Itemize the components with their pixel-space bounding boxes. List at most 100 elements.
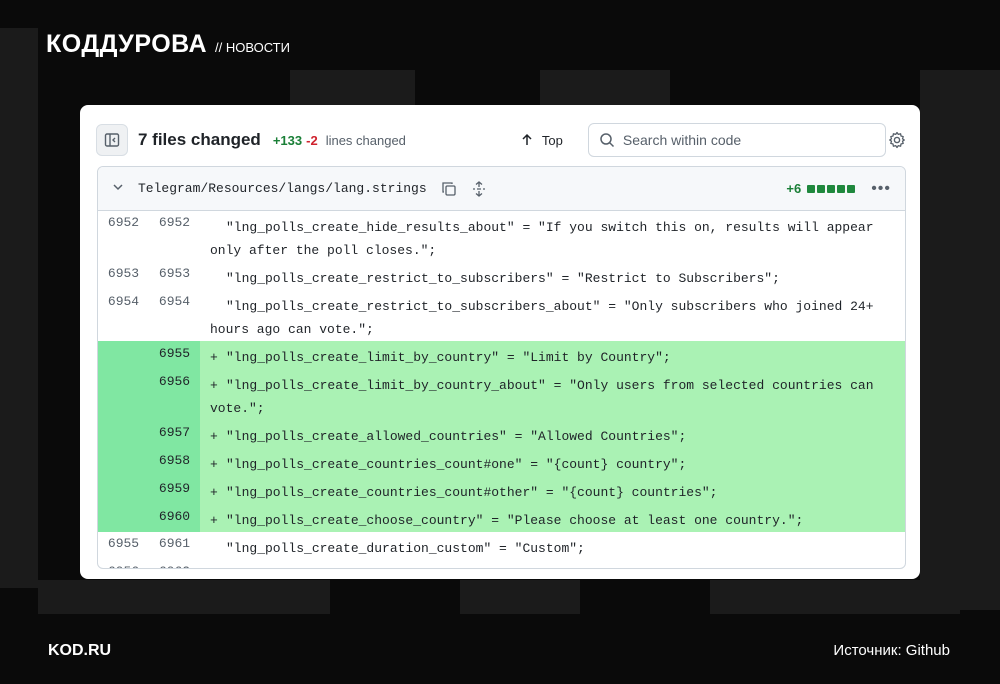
additions-count: +133 (272, 132, 303, 148)
diff-line-added[interactable]: 6957 + "lng_polls_create_allowed_countries… (98, 420, 905, 448)
background-block (38, 580, 330, 614)
code-text: "lng_polls_create_restrict_to_subscriber… (210, 299, 882, 337)
diff-toolbar: 7 files changed +133 -2 lines changed To… (96, 123, 906, 157)
section-label: // НОВОСТИ (215, 40, 290, 55)
diffstat-block (837, 184, 846, 193)
sidebar-toggle-button[interactable] (96, 124, 128, 156)
old-line-number[interactable]: 6952 (98, 211, 149, 262)
new-line-number[interactable]: 6962 (149, 560, 200, 568)
old-line-number[interactable] (98, 369, 149, 420)
new-line-number[interactable]: 6956 (149, 369, 200, 420)
background-block (0, 28, 38, 588)
top-button[interactable]: Top (520, 133, 563, 148)
search-icon (600, 133, 614, 148)
diff-line-added[interactable]: 6956 + "lng_polls_create_limit_by_country_… (98, 369, 905, 420)
chevron-down-icon[interactable] (112, 181, 132, 196)
new-line-number[interactable]: 6953 (149, 262, 200, 290)
code-line: + "lng_polls_create_limit_by_country_abou… (200, 369, 905, 420)
new-line-number[interactable]: 6957 (149, 420, 200, 448)
diffstat-block (827, 184, 836, 193)
new-line-number[interactable]: 6952 (149, 211, 200, 262)
new-line-number[interactable]: 6961 (149, 532, 200, 560)
code-text: "lng_polls_create_restrict_to_subscriber… (226, 271, 780, 286)
diffstat-block (807, 184, 816, 193)
unfold-icon[interactable] (471, 180, 487, 197)
background-block (920, 70, 1000, 610)
code-text: "lng_polls_create_countries_count#other"… (226, 485, 718, 500)
diff-line-added[interactable]: 6958 + "lng_polls_create_countries_count#o… (98, 448, 905, 476)
background-block (460, 580, 580, 614)
diff-panel: 7 files changed +133 -2 lines changed To… (80, 105, 920, 579)
code-text: "lng_polls_create_duration_custom" = "Cu… (226, 541, 585, 556)
diff-line-context[interactable]: 6954 6954 "lng_polls_create_restrict_to_su… (98, 290, 905, 341)
code-text: "lng_polls_create_limit_by_country" = "L… (226, 350, 671, 365)
background-block (540, 70, 670, 110)
diffstat-count: +6 (786, 181, 802, 196)
old-line-number[interactable]: 6955 (98, 532, 149, 560)
diff-line-added[interactable]: 6955 + "lng_polls_create_limit_by_country"… (98, 341, 905, 369)
old-line-number[interactable]: 6956 (98, 560, 149, 568)
top-button-label: Top (541, 132, 563, 148)
new-line-number[interactable]: 6958 (149, 448, 200, 476)
old-line-number[interactable]: 6953 (98, 262, 149, 290)
diff-sign: + (210, 485, 218, 500)
files-changed-count: 7 files changed (138, 130, 261, 149)
background-block (710, 580, 960, 614)
code-line: "lng_polls_create_restrict_to_subscriber… (200, 290, 905, 341)
deletions-count: -2 (306, 132, 318, 148)
code-text: "lng_polls_create_limit_by_country_about… (210, 378, 882, 416)
old-line-number[interactable] (98, 420, 149, 448)
code-text: "lng_polls_create_allowed_countries" = "… (226, 429, 687, 444)
gear-icon (889, 131, 905, 149)
footer-site: KOD.RU (48, 642, 112, 659)
old-line-number[interactable]: 6954 (98, 290, 149, 341)
old-line-number[interactable] (98, 504, 149, 532)
diff-line-added[interactable]: 6960 + "lng_polls_create_choose_country" =… (98, 504, 905, 532)
lines-changed-label: lines changed (325, 132, 406, 148)
file-diff: Telegram/Resources/langs/lang.strings +6 (97, 166, 906, 569)
code-text: "lng_polls_create_countries_count#one" =… (226, 457, 687, 472)
search-input[interactable] (622, 132, 873, 148)
code-line: + "lng_polls_create_limit_by_country" = "… (200, 341, 905, 369)
diff-line-context[interactable]: 6955 6961 "lng_polls_create_duration_custo… (98, 532, 905, 560)
diff-sign: + (210, 513, 218, 528)
code-line: "lng_polls_create_restrict_to_subscriber… (200, 262, 905, 290)
file-path[interactable]: Telegram/Resources/langs/lang.strings (138, 181, 427, 196)
diff-rows: 6952 6952 "lng_polls_create_hide_results_a… (98, 211, 905, 568)
old-line-number[interactable] (98, 476, 149, 504)
code-line: "lng_polls_create_hide_results_about" = … (200, 211, 905, 262)
code-line: + "lng_polls_create_choose_country" = "Pl… (200, 504, 905, 532)
diff-line-context[interactable]: 6953 6953 "lng_polls_create_restrict_to_su… (98, 262, 905, 290)
old-line-number[interactable] (98, 448, 149, 476)
code-text: "lng_polls_create_choose_country" = "Ple… (226, 513, 804, 528)
settings-button[interactable] (888, 131, 906, 149)
diffstat-block (847, 184, 856, 193)
new-line-number[interactable]: 6960 (149, 504, 200, 532)
brand-bar: КОДДУРОВА // НОВОСТИ (46, 30, 290, 59)
code-line: + "lng_polls_create_allowed_countries" = … (200, 420, 905, 448)
code-line: "lng_polls_create_duration_custom" = "Cu… (200, 532, 905, 560)
diff-line-added[interactable]: 6959 + "lng_polls_create_countries_count#o… (98, 476, 905, 504)
old-line-number[interactable] (98, 341, 149, 369)
search-box[interactable] (587, 123, 886, 157)
copy-icon[interactable] (441, 181, 457, 197)
diffstat: +6 (786, 181, 856, 196)
footer-source: Источник: Github (833, 642, 950, 659)
code-line: + "lng_polls_create_countries_count#one" … (200, 448, 905, 476)
diff-sign: + (210, 378, 218, 393)
diff-line-context[interactable]: 69566962"lng_polls_create_deadline_title… (98, 560, 905, 568)
new-line-number[interactable]: 6959 (149, 476, 200, 504)
file-header: Telegram/Resources/langs/lang.strings +6 (98, 167, 905, 211)
kebab-horizontal-icon[interactable]: ••• (871, 180, 891, 198)
code-text: "lng_polls_create_hide_results_about" = … (210, 220, 882, 258)
code-line: + "lng_polls_create_countries_count#other… (200, 476, 905, 504)
new-line-number[interactable]: 6954 (149, 290, 200, 341)
arrow-up-icon (522, 133, 532, 145)
diffstat-block (817, 184, 826, 193)
code-line: "lng_polls_create_deadline_title" = "Dea… (200, 560, 905, 568)
diff-line-context[interactable]: 6952 6952 "lng_polls_create_hide_results_a… (98, 211, 905, 262)
sidebar-collapse-icon (104, 133, 120, 147)
diff-sign: + (210, 457, 218, 472)
diff-sign: + (210, 429, 218, 444)
new-line-number[interactable]: 6955 (149, 341, 200, 369)
